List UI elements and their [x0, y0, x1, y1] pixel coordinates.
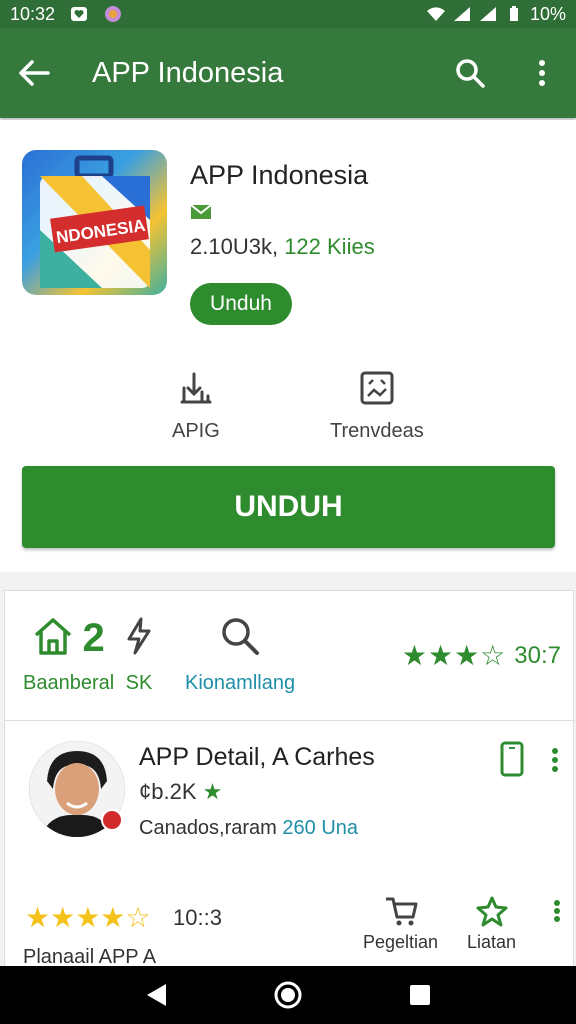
- app-stats-reviews: 122 Kiies: [284, 234, 375, 259]
- star-outline-icon: [475, 895, 509, 932]
- trenvdeas-label: Trenvdeas: [330, 420, 424, 442]
- app-notification-icon: [103, 5, 123, 23]
- app-bar: APP Indonesia: [0, 28, 576, 118]
- detail-sub-value: ¢b.2K: [139, 779, 197, 804]
- stat-baanberal-label: Baanberal: [23, 672, 115, 694]
- rating-stars: ★★★☆: [401, 640, 507, 671]
- nav-back-icon[interactable]: [136, 975, 176, 1015]
- rating-value: 30:7: [514, 641, 561, 669]
- unduh-button[interactable]: UNDUH: [22, 466, 555, 548]
- cart-icon: [383, 895, 419, 932]
- trenvdeas-action[interactable]: Trenvdeas: [330, 370, 424, 443]
- more-vert-icon[interactable]: [553, 899, 561, 928]
- detail-sub: ¢b.2K ★: [139, 779, 222, 805]
- stat-baanberal-value: 2: [82, 616, 105, 660]
- signal-2-icon: [478, 5, 498, 23]
- battery-icon: [504, 5, 524, 23]
- stats-row: 2 Baanberal SK Kionamllang ★★★☆ 30:7: [5, 591, 575, 721]
- battery-percent: 10%: [529, 3, 566, 24]
- nav-home-icon[interactable]: [268, 975, 308, 1015]
- app-stats-downloads: 2.10U3k,: [190, 234, 279, 259]
- detail-meta-blue: 260 Una: [282, 817, 359, 839]
- rating-summary: ★★★☆ 30:7: [402, 639, 561, 672]
- pegeltian-action[interactable]: Pegeltian: [363, 895, 438, 953]
- status-bar: 10:32 10%: [0, 0, 576, 28]
- system-nav-bar: [0, 966, 576, 1024]
- search-zoom-icon: [219, 615, 261, 662]
- detail-meta-text: Canados,raram: [139, 817, 277, 839]
- detail-title: APP Detail, A Carhes: [139, 743, 375, 771]
- bottom-row: ★★★★☆ 10::3 Planaail APP A Pegeltian Lia…: [5, 891, 575, 971]
- mail-icon: [190, 204, 212, 220]
- liatan-action[interactable]: Liatan: [467, 895, 516, 953]
- bottom-count: 10::3: [173, 905, 222, 930]
- image-frame-icon: [359, 370, 395, 420]
- app-name: APP Indonesia: [190, 160, 369, 190]
- status-time: 10:32: [10, 3, 56, 24]
- search-icon[interactable]: [452, 55, 488, 91]
- app-bar-title: APP Indonesia: [92, 56, 284, 89]
- liatan-label: Liatan: [467, 932, 517, 952]
- pegeltian-label: Pegeltian: [363, 932, 439, 952]
- back-arrow-icon[interactable]: [16, 55, 52, 91]
- stat-kionamllang[interactable]: Kionamllang: [185, 615, 295, 695]
- stat-kionamllang-label: Kionamllang: [185, 672, 296, 694]
- wifi-icon: [426, 5, 446, 23]
- info-card: 2 Baanberal SK Kionamllang ★★★☆ 30:7 APP…: [4, 590, 575, 971]
- app-detail-card: NDONESIA APP Indonesia 2.10U3k, 122 Kiie…: [0, 120, 576, 572]
- app-icon: NDONESIA: [22, 150, 167, 295]
- signal-icon: [452, 5, 472, 23]
- lightning-icon: [123, 615, 155, 662]
- avatar-badge-icon: [101, 809, 123, 831]
- stat-sk[interactable]: SK: [123, 615, 155, 695]
- nav-recents-icon[interactable]: [400, 975, 440, 1015]
- apig-action[interactable]: APIG: [172, 370, 220, 443]
- download-chart-icon: [178, 370, 214, 420]
- app-stats: 2.10U3k, 122 Kiies: [190, 234, 375, 260]
- apig-label: APIG: [172, 420, 220, 442]
- stat-baanberal[interactable]: 2 Baanberal: [23, 615, 114, 695]
- stat-sk-label: SK: [125, 672, 153, 694]
- gold-stars: ★★★★☆: [25, 902, 151, 933]
- star-icon: ★: [202, 779, 223, 804]
- phone-icon[interactable]: [499, 741, 525, 782]
- detail-meta: Canados,raram 260 Una: [139, 817, 358, 840]
- unduh-pill-button[interactable]: Unduh: [190, 283, 292, 325]
- more-vert-icon[interactable]: [524, 55, 560, 91]
- home-icon: [32, 615, 74, 662]
- notification-heart-icon: [69, 5, 89, 23]
- more-vert-icon[interactable]: [551, 747, 559, 778]
